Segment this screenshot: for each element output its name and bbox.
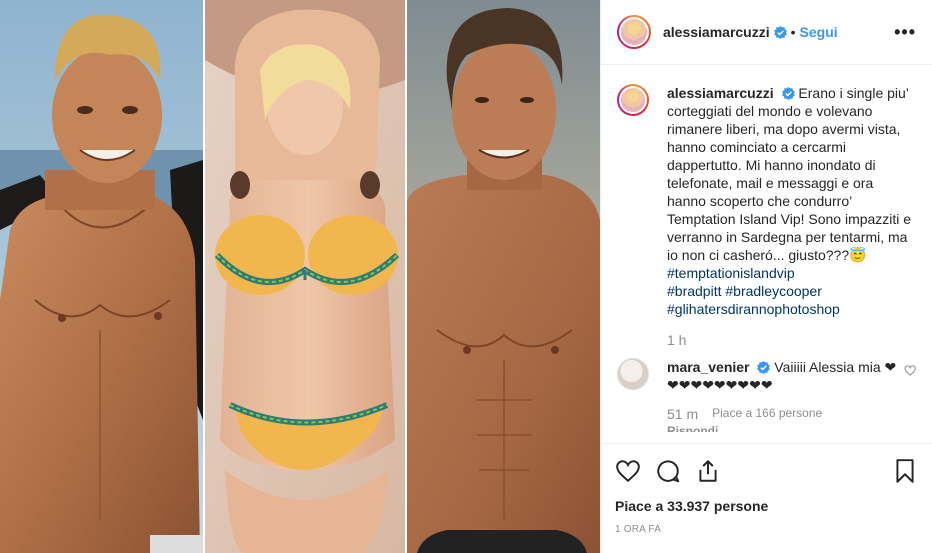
hashtag-link[interactable]: #temptationislandvip (667, 264, 916, 282)
verified-badge-icon (781, 87, 795, 100)
caption-text: alessiamarcuzzi Erano i single piu’ cort… (667, 84, 916, 318)
photo-panel-left (0, 0, 203, 553)
post-actions: Piace a 33.937 persone 1 ORA FA (601, 443, 932, 535)
caption-time[interactable]: 1 h (667, 332, 916, 348)
bookmark-icon[interactable] (892, 458, 918, 484)
commenter-username[interactable]: mara_venier (667, 359, 750, 375)
caption-username[interactable]: alessiamarcuzzi (667, 85, 774, 101)
photo-panel-right (407, 0, 600, 553)
post-header: alessiamarcuzzi • Segui ••• (601, 0, 932, 65)
caption-author-avatar[interactable] (617, 84, 649, 116)
comment-like-heart-icon[interactable] (904, 364, 916, 377)
post-sidebar: alessiamarcuzzi • Segui ••• alessiamarcu… (600, 0, 932, 553)
more-options-button[interactable]: ••• (894, 22, 916, 43)
author-avatar[interactable] (617, 15, 651, 49)
like-heart-icon[interactable] (615, 458, 641, 484)
comment-time[interactable]: 51 m (667, 406, 698, 422)
follow-button[interactable]: Segui (800, 24, 838, 40)
hashtag-link[interactable]: #glihatersdirannophotoshop (667, 300, 916, 318)
share-icon[interactable] (695, 458, 721, 484)
verified-badge-icon (773, 25, 787, 39)
separator-dot: • (790, 24, 796, 40)
author-username[interactable]: alessiamarcuzzi (663, 24, 770, 40)
post-image[interactable] (0, 0, 600, 553)
comment-bubble-icon[interactable] (655, 458, 681, 484)
verified-badge-icon (757, 361, 771, 374)
likes-count[interactable]: Piace a 33.937 persone (615, 498, 918, 514)
caption-body: Erano i single piu’ corteggiati del mond… (667, 85, 912, 263)
caption: alessiamarcuzzi Erano i single piu’ cort… (617, 84, 916, 348)
comment-likes[interactable]: Piace a 166 persone (712, 406, 822, 422)
comments-section: alessiamarcuzzi Erano i single piu’ cort… (601, 66, 932, 443)
comment-item: mara_venier Vaiiiii Alessia mia ❤❤❤❤❤❤❤❤… (617, 358, 916, 432)
commenter-avatar[interactable] (617, 358, 649, 390)
post-timestamp[interactable]: 1 ORA FA (615, 524, 918, 535)
photo-panel-center (205, 0, 405, 553)
hashtag-link[interactable]: #bradpitt #bradleycooper (667, 282, 916, 300)
reply-button[interactable]: Rispondi (667, 424, 904, 432)
